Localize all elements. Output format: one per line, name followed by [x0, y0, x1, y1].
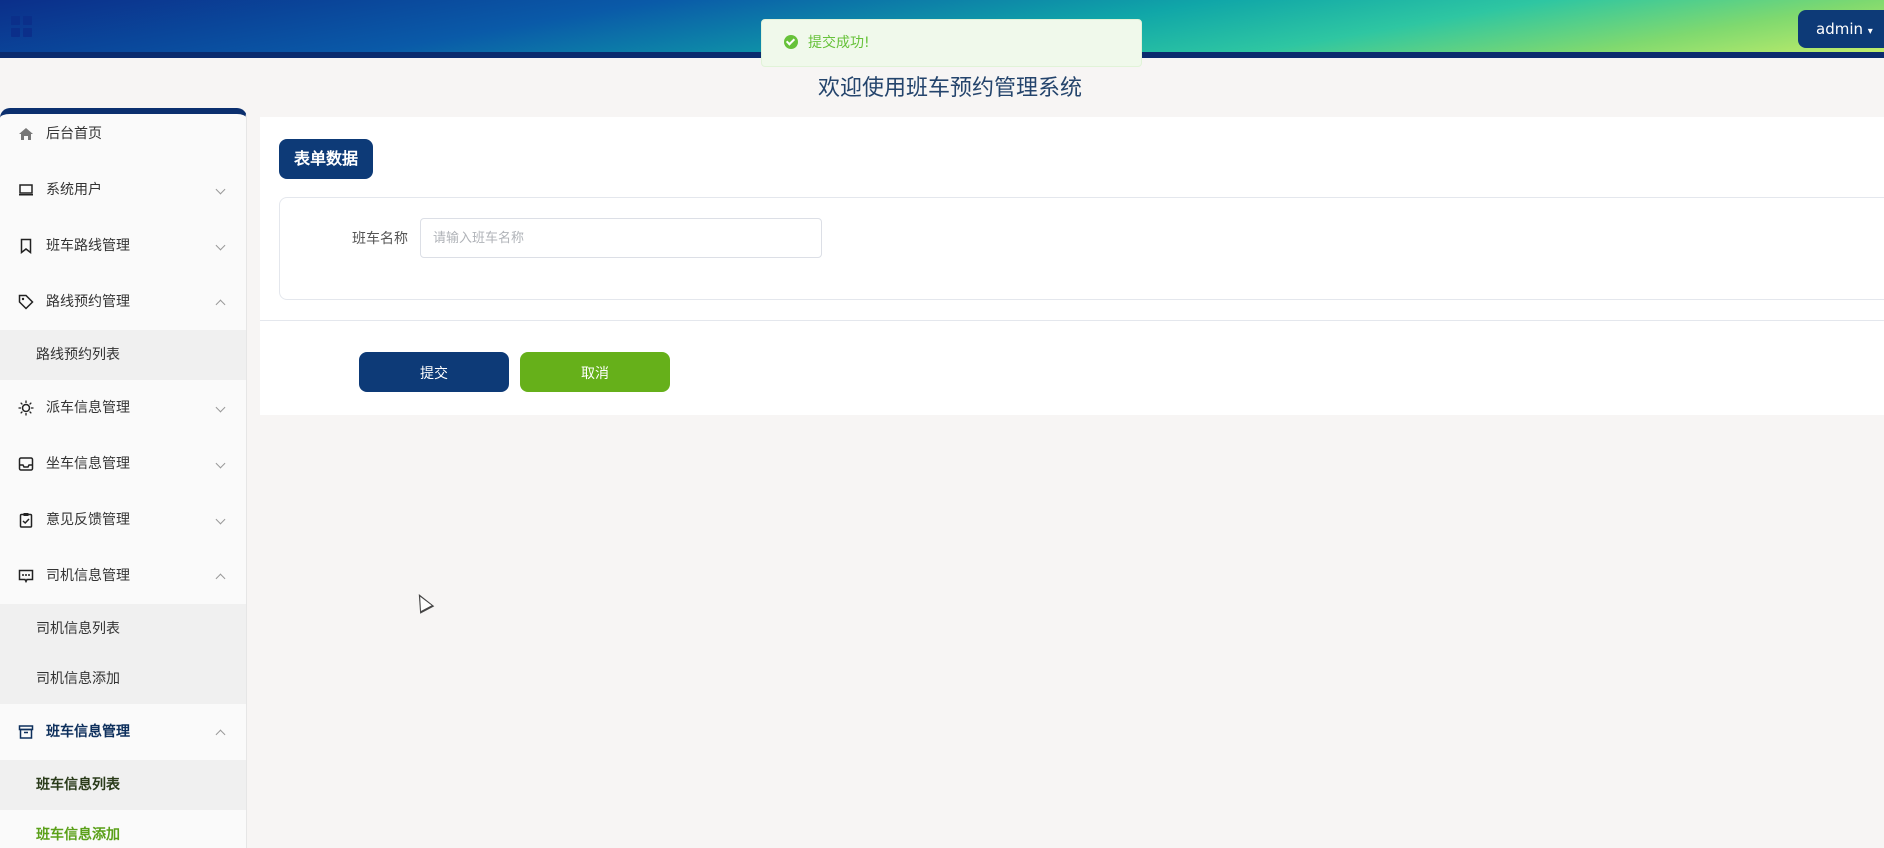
check-circle-icon	[784, 35, 798, 49]
sidebar: 后台首页 系统用户 班车路线管理 路线预约管理 路线预约列表 派车信息管理 坐车…	[0, 108, 247, 848]
chevron-down-icon	[215, 514, 226, 525]
sidebar-subitem-label: 司机信息列表	[36, 621, 120, 637]
sidebar-subitem-driver-add[interactable]: 司机信息添加	[0, 654, 246, 704]
sidebar-item-label: 班车路线管理	[46, 238, 130, 254]
sidebar-subitem-bus-list[interactable]: 班车信息列表	[0, 760, 246, 810]
sidebar-subitem-label: 司机信息添加	[36, 671, 120, 687]
success-toast: 提交成功!	[761, 19, 1142, 67]
home-icon	[19, 128, 33, 140]
archive-icon	[18, 725, 34, 739]
grid-menu-icon[interactable]	[11, 16, 33, 38]
bus-name-label: 班车名称	[352, 231, 408, 247]
sidebar-item-route-booking[interactable]: 路线预约管理	[0, 282, 246, 322]
cancel-button[interactable]: 取消	[520, 352, 670, 392]
form-section-title: 表单数据	[279, 139, 373, 179]
toast-message: 提交成功!	[808, 35, 870, 51]
chevron-up-icon	[215, 729, 226, 740]
admin-label: admin	[1816, 20, 1863, 38]
sidebar-item-label: 系统用户	[46, 182, 102, 198]
sidebar-item-dispatch[interactable]: 派车信息管理	[0, 388, 246, 428]
clipboard-icon	[19, 513, 33, 528]
submit-button[interactable]: 提交	[359, 352, 509, 392]
monitor-icon	[19, 184, 33, 196]
inbox-icon	[18, 457, 34, 471]
sidebar-subitem-label: 路线预约列表	[36, 347, 120, 363]
sidebar-item-bus-info[interactable]: 班车信息管理	[0, 712, 246, 752]
sidebar-item-driver[interactable]: 司机信息管理	[0, 556, 246, 596]
sidebar-item-label: 派车信息管理	[46, 400, 130, 416]
chevron-down-icon	[215, 184, 226, 195]
sun-icon	[18, 400, 34, 416]
sidebar-item-label: 班车信息管理	[46, 724, 130, 740]
sidebar-subitem-driver-list[interactable]: 司机信息列表	[0, 604, 246, 654]
sidebar-item-label: 路线预约管理	[46, 294, 130, 310]
message-icon	[18, 569, 34, 584]
sidebar-item-bus-route[interactable]: 班车路线管理	[0, 226, 246, 266]
sidebar-subitem-label: 班车信息列表	[36, 777, 120, 793]
chevron-down-icon	[215, 240, 226, 251]
chevron-down-icon	[215, 458, 226, 469]
sidebar-subitem-route-booking-list[interactable]: 路线预约列表	[0, 330, 246, 380]
chevron-up-icon	[215, 573, 226, 584]
mouse-cursor-icon	[411, 590, 435, 614]
bus-name-input[interactable]	[420, 218, 822, 258]
page-title: 欢迎使用班车预约管理系统	[817, 76, 1082, 101]
chevron-up-icon	[215, 299, 226, 310]
sidebar-item-label: 后台首页	[46, 126, 102, 142]
sidebar-item-home[interactable]: 后台首页	[0, 114, 246, 154]
tag-icon	[18, 294, 34, 310]
bookmark-icon	[20, 238, 32, 254]
sidebar-item-system-users[interactable]: 系统用户	[0, 170, 246, 210]
admin-user-menu[interactable]: admin ▾	[1798, 10, 1884, 48]
sidebar-item-feedback[interactable]: 意见反馈管理	[0, 500, 246, 540]
sidebar-item-label: 坐车信息管理	[46, 456, 130, 472]
chevron-down-icon	[215, 402, 226, 413]
sidebar-item-label: 司机信息管理	[46, 568, 130, 584]
sidebar-subitem-label: 班车信息添加	[36, 827, 120, 843]
sidebar-subitem-bus-add[interactable]: 班车信息添加	[0, 810, 246, 848]
sidebar-item-ride-info[interactable]: 坐车信息管理	[0, 444, 246, 484]
form-divider	[260, 320, 1884, 321]
sidebar-item-label: 意见反馈管理	[46, 512, 130, 528]
chevron-down-icon: ▾	[1867, 26, 1873, 37]
